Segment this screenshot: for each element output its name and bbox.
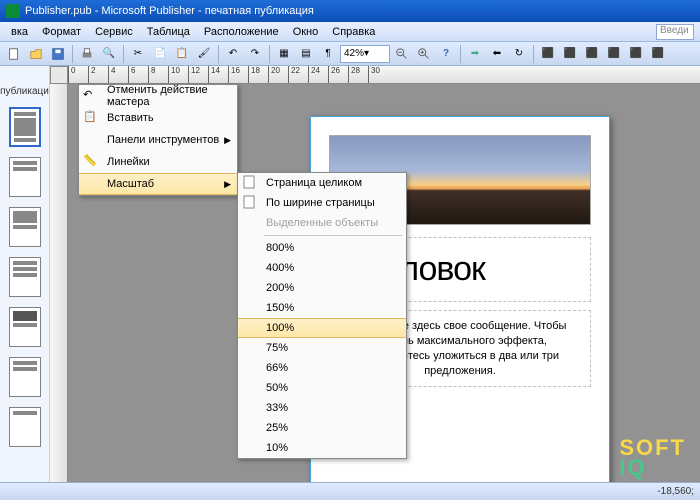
brush-icon[interactable]: 🖌 [194, 44, 214, 64]
zoom-submenu-item[interactable]: 50% [238, 378, 406, 398]
zoom-combo[interactable]: 42% ▾ [340, 45, 390, 63]
menu-item[interactable]: Расположение [197, 24, 286, 40]
align-icon[interactable]: ⬛ [582, 44, 602, 64]
help-search-input[interactable]: Введи [656, 24, 694, 40]
menu-item[interactable]: Справка [325, 24, 382, 40]
back-icon[interactable]: ⬅ [487, 44, 507, 64]
align-left-icon[interactable]: ⬛ [538, 44, 558, 64]
context-menu-item[interactable]: ↶Отменить действие мастера [79, 85, 237, 107]
width-icon [242, 195, 258, 211]
zoom-submenu-item: Выделенные объекты [238, 213, 406, 233]
align-icon[interactable]: ⬛ [604, 44, 624, 64]
ruler-icon: 📏 [83, 154, 99, 170]
undo-icon[interactable]: ↶ [223, 44, 243, 64]
template-thumb[interactable] [9, 407, 41, 447]
rotate-icon[interactable]: ↻ [509, 44, 529, 64]
context-menu-item[interactable]: Масштаб▶ [79, 173, 237, 195]
template-thumb[interactable] [9, 257, 41, 297]
chevron-right-icon: ▶ [224, 179, 231, 190]
statusbar: -18,560; [0, 482, 700, 500]
window-title: Publisher.pub - Microsoft Publisher - пе… [25, 5, 314, 17]
chevron-right-icon: ▶ [224, 135, 231, 146]
zoom-submenu-item[interactable]: 100% [238, 318, 406, 338]
menu-item[interactable]: Формат [35, 24, 88, 40]
menubar: вка Формат Сервис Таблица Расположение О… [0, 22, 700, 42]
redo-icon[interactable]: ↷ [245, 44, 265, 64]
zoom-submenu-item[interactable]: 66% [238, 358, 406, 378]
forward-icon[interactable]: ➡ [465, 44, 485, 64]
page-icon [242, 175, 258, 191]
zoom-submenu-item[interactable]: 800% [238, 238, 406, 258]
paste-icon[interactable]: 📋 [172, 44, 192, 64]
save-icon[interactable] [48, 44, 68, 64]
panel-label: публикаци [0, 86, 49, 97]
ruler-vertical [50, 84, 68, 482]
status-coords: -18,560; [657, 486, 694, 497]
paste-icon: 📋 [83, 110, 99, 126]
template-thumb[interactable] [9, 157, 41, 197]
columns-icon[interactable]: ▤ [296, 44, 316, 64]
open-icon[interactable] [26, 44, 46, 64]
context-menu-item[interactable]: Панели инструментов▶ [79, 129, 237, 151]
zoom-submenu-item[interactable]: 10% [238, 438, 406, 458]
template-thumb[interactable] [9, 107, 41, 147]
ruler-corner [50, 66, 68, 84]
zoom-submenu-item[interactable]: Страница целиком [238, 173, 406, 193]
menu-item[interactable]: Окно [286, 24, 326, 40]
undo-icon: ↶ [83, 88, 99, 104]
zoom-submenu-item[interactable]: По ширине страницы [238, 193, 406, 213]
transparent-icon[interactable]: ▦ [274, 44, 294, 64]
zoom-submenu-item[interactable]: 25% [238, 418, 406, 438]
template-thumb[interactable] [9, 207, 41, 247]
context-menu: ↶Отменить действие мастера📋ВставитьПанел… [78, 84, 238, 196]
context-menu-item[interactable]: 📏Линейки [79, 151, 237, 173]
zoom-submenu-item[interactable]: 400% [238, 258, 406, 278]
menu-item[interactable]: вка [4, 24, 35, 40]
context-menu-item[interactable]: 📋Вставить [79, 107, 237, 129]
align-icon[interactable]: ⬛ [648, 44, 668, 64]
align-icon[interactable]: ⬛ [560, 44, 580, 64]
menu-item[interactable]: Сервис [88, 24, 140, 40]
zoom-in-icon[interactable] [414, 44, 434, 64]
search-icon[interactable]: 🔍 [99, 44, 119, 64]
zoom-out-icon[interactable] [392, 44, 412, 64]
pilcrow-icon[interactable]: ¶ [318, 44, 338, 64]
copy-icon[interactable]: 📄 [150, 44, 170, 64]
template-thumb[interactable] [9, 307, 41, 347]
zoom-submenu-item[interactable]: 200% [238, 278, 406, 298]
template-panel: публикаци [0, 66, 50, 482]
menu-item[interactable]: Таблица [140, 24, 197, 40]
new-icon[interactable] [4, 44, 24, 64]
titlebar: Publisher.pub - Microsoft Publisher - пе… [0, 0, 700, 22]
ruler-horizontal: 024681012141618202224262830 [68, 66, 700, 84]
zoom-submenu-item[interactable]: 33% [238, 398, 406, 418]
zoom-submenu: Страница целикомПо ширине страницыВыделе… [237, 172, 407, 459]
app-icon [6, 4, 20, 18]
zoom-submenu-item[interactable]: 75% [238, 338, 406, 358]
zoom-submenu-item[interactable]: 150% [238, 298, 406, 318]
cut-icon[interactable]: ✂ [128, 44, 148, 64]
help-icon[interactable]: ? [436, 44, 456, 64]
print-icon[interactable] [77, 44, 97, 64]
align-icon[interactable]: ⬛ [626, 44, 646, 64]
watermark: SOFT IQ [619, 438, 686, 478]
template-thumb[interactable] [9, 357, 41, 397]
toolbar-1: 🔍 ✂ 📄 📋 🖌 ↶ ↷ ▦ ▤ ¶ 42% ▾ ? ➡ ⬅ ↻ ⬛ ⬛ ⬛ … [0, 42, 700, 66]
